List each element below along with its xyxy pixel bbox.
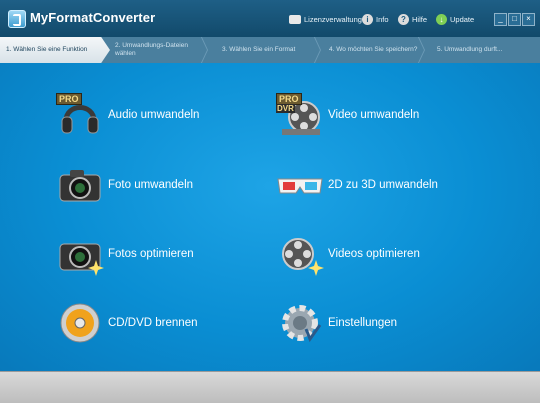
- app-window: MyFormatConverter Lizenzverwaltung i Inf…: [0, 0, 540, 403]
- app-logo-icon: [8, 10, 26, 28]
- pro-badge: PRO: [56, 93, 82, 105]
- info-label: Info: [376, 14, 389, 24]
- info-button[interactable]: i Info: [362, 12, 389, 26]
- step-3[interactable]: 3. Wählen Sie ein Format: [222, 37, 317, 63]
- step-1[interactable]: 1. Wählen Sie eine Funktion: [0, 37, 110, 63]
- audio-convert-tile[interactable]: PRO Audio umwandeln: [56, 91, 256, 139]
- function-panel: PRO Audio umwandeln PRO DVR Video umwand…: [0, 63, 540, 371]
- video-optimize-tile[interactable]: Videos optimieren: [276, 230, 476, 278]
- app-title: MyFormatConverter: [30, 10, 156, 25]
- dvr-badge: DVR: [276, 104, 295, 113]
- title-bar: MyFormatConverter Lizenzverwaltung i Inf…: [0, 0, 540, 37]
- burn-disc-tile[interactable]: CD/DVD brennen: [56, 299, 256, 347]
- footer-bar: [0, 371, 540, 403]
- burn-disc-label: CD/DVD brennen: [108, 317, 198, 329]
- step-2[interactable]: 2. Umwandlungs-Dateien wählen: [115, 37, 203, 63]
- step-4[interactable]: 4. Wo möchten Sie speichern?: [329, 37, 419, 63]
- 2d-to-3d-label: 2D zu 3D umwandeln: [328, 179, 438, 191]
- film-reel-dvr-icon: PRO DVR: [276, 91, 324, 139]
- update-button[interactable]: ↓ Update: [436, 12, 474, 26]
- license-label: Lizenzverwaltung: [304, 14, 362, 24]
- photo-optimize-tile[interactable]: Fotos optimieren: [56, 230, 256, 278]
- license-button[interactable]: Lizenzverwaltung: [289, 12, 362, 26]
- settings-label: Einstellungen: [328, 317, 398, 329]
- film-reel-sparkle-icon: [276, 230, 324, 278]
- settings-tile[interactable]: Einstellungen: [276, 299, 476, 347]
- photo-convert-tile[interactable]: Foto umwandeln: [56, 161, 256, 209]
- headphones-pro-icon: PRO: [56, 91, 104, 139]
- camera-icon: [56, 161, 104, 209]
- video-convert-label: Video umwandeln: [328, 109, 420, 121]
- settings-gear-icon: [276, 299, 324, 347]
- video-convert-tile[interactable]: PRO DVR Video umwandeln: [276, 91, 476, 139]
- license-card-icon: [289, 14, 301, 24]
- wizard-steps: 1. Wählen Sie eine Funktion 2. Umwandlun…: [0, 37, 540, 63]
- step-separator: [207, 37, 217, 63]
- photo-convert-label: Foto umwandeln: [108, 179, 194, 191]
- update-icon: ↓: [436, 13, 447, 25]
- audio-convert-label: Audio umwandeln: [108, 109, 200, 121]
- step-5[interactable]: 5. Umwandlung durft...: [437, 37, 537, 63]
- help-icon: ?: [398, 13, 409, 25]
- close-button[interactable]: ×: [522, 13, 535, 26]
- help-button[interactable]: ? Hilfe: [398, 12, 427, 26]
- update-label: Update: [450, 14, 475, 24]
- 2d-to-3d-tile[interactable]: 2D zu 3D umwandeln: [276, 161, 476, 209]
- minimize-button[interactable]: _: [494, 13, 507, 26]
- photo-optimize-label: Fotos optimieren: [108, 248, 194, 260]
- help-label: Hilfe: [412, 14, 428, 24]
- video-optimize-label: Videos optimieren: [328, 248, 420, 260]
- maximize-button[interactable]: □: [508, 13, 521, 26]
- camera-sparkle-icon: [56, 230, 104, 278]
- 3d-glasses-icon: [276, 161, 324, 209]
- disc-burn-icon: [56, 299, 104, 347]
- step-separator: [424, 37, 434, 63]
- info-icon: i: [362, 13, 373, 25]
